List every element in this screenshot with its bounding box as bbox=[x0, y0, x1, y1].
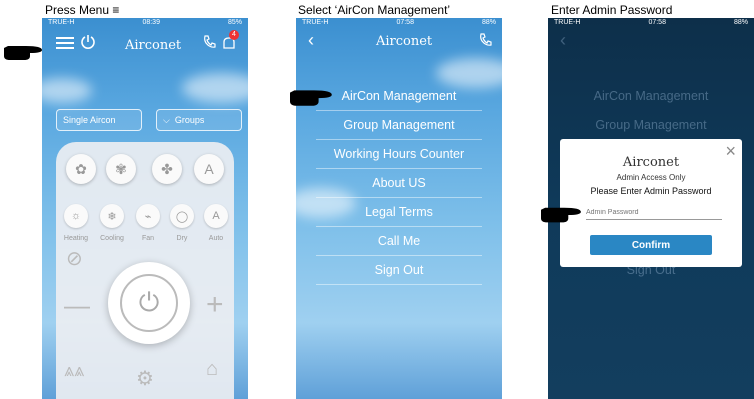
admin-password-field[interactable] bbox=[586, 205, 722, 220]
power-toggle-icon[interactable] bbox=[80, 34, 96, 50]
mode-heating-button[interactable]: ☼ bbox=[64, 204, 88, 228]
single-aircon-select[interactable]: Single Aircon bbox=[56, 109, 142, 131]
back-chevron-icon: ‹ bbox=[560, 30, 566, 50]
back-chevron-icon[interactable]: ‹ bbox=[308, 30, 314, 51]
dialog-subtitle: Admin Access Only bbox=[616, 173, 686, 182]
status-bar: TRUE-H 07:58 88% bbox=[548, 18, 754, 30]
dialog-prompt: Please Enter Admin Password bbox=[590, 186, 712, 196]
pointing-hand-icon bbox=[541, 207, 581, 223]
phone-call-icon[interactable] bbox=[478, 32, 494, 48]
single-aircon-label: Single Aircon bbox=[63, 115, 116, 125]
fan-low-icon: ✿ bbox=[75, 160, 87, 177]
groups-select[interactable]: ⌵ Groups bbox=[156, 109, 242, 131]
carrier-label: TRUE-H bbox=[302, 19, 329, 26]
menu-item-group-management[interactable]: Group Management bbox=[316, 111, 482, 140]
fan-icon: ⌁ bbox=[144, 210, 152, 223]
mode-label-fan: Fan bbox=[141, 235, 155, 242]
fan-high-button[interactable]: ✤ bbox=[152, 154, 182, 184]
phone-home-screen: TRUE-H 08:39 85% Airconet 4 Single Airco… bbox=[42, 18, 248, 399]
phone-menu-screen: TRUE-H 07:58 88% ‹ Airconet AirCon Manag… bbox=[296, 18, 502, 399]
status-bar: TRUE-H 08:39 85% bbox=[42, 18, 248, 30]
chevron-down-icon: ⌵ bbox=[163, 114, 170, 125]
carrier-label: TRUE-H bbox=[554, 19, 581, 26]
settings-gear-icon[interactable]: ⚙ bbox=[136, 366, 154, 391]
fan-medium-button[interactable]: ✾ bbox=[106, 154, 136, 184]
mode-dry-button[interactable]: ◯ bbox=[170, 204, 194, 228]
power-icon: ⏻ bbox=[138, 287, 160, 317]
clock-label: 08:39 bbox=[142, 19, 160, 26]
brand-logo: Airconet bbox=[125, 38, 182, 53]
control-panel: ✿ ✾ ✤ A ☼ ❄ ⌁ ◯ A Heating Cooling Fan Dr… bbox=[56, 142, 234, 399]
menu-item-working-hours-counter[interactable]: Working Hours Counter bbox=[316, 140, 482, 169]
auto-mode-label: A bbox=[212, 210, 220, 222]
mode-cooling-button[interactable]: ❄ bbox=[100, 204, 124, 228]
plus-button[interactable]: + bbox=[206, 288, 224, 322]
compass-icon[interactable]: ⊘ bbox=[66, 246, 83, 271]
clock-label: 07:58 bbox=[396, 19, 414, 26]
dim-menu-item-group-management: Group Management bbox=[595, 118, 707, 132]
confirm-button[interactable]: Confirm bbox=[590, 235, 712, 255]
minus-button[interactable]: — bbox=[64, 290, 90, 321]
menu-icon[interactable] bbox=[56, 36, 74, 50]
fan-high-icon: ✤ bbox=[161, 160, 173, 177]
menu-item-sign-out[interactable]: Sign Out bbox=[316, 256, 482, 285]
fan-auto-button[interactable]: A bbox=[194, 154, 224, 184]
home-icon[interactable]: ⌂ bbox=[206, 358, 218, 381]
mode-label-dry: Dry bbox=[176, 235, 188, 242]
fan-medium-icon: ✾ bbox=[115, 160, 127, 177]
dialog-logo: Airconet bbox=[622, 155, 680, 170]
main-power-button[interactable]: ⏻ bbox=[108, 262, 190, 344]
menu-item-call-me[interactable]: Call Me bbox=[316, 227, 482, 256]
step2-caption: Select ‘AirCon Management’ bbox=[298, 3, 451, 17]
droplet-icon: ◯ bbox=[175, 210, 189, 223]
phone-call-icon[interactable] bbox=[202, 34, 218, 50]
battery-label: 88% bbox=[733, 19, 748, 26]
menu-item-aircon-management[interactable]: AirCon Management bbox=[316, 82, 482, 111]
fan-auto-label: A bbox=[204, 161, 214, 177]
battery-label: 88% bbox=[481, 19, 496, 26]
menu-item-legal-terms[interactable]: Legal Terms bbox=[316, 198, 482, 227]
pointing-hand-icon bbox=[290, 90, 332, 106]
clock-label: 07:58 bbox=[648, 19, 666, 26]
brand-logo: Airconet bbox=[376, 34, 433, 49]
admin-password-dialog: × Airconet Admin Access Only Please Ente… bbox=[560, 139, 742, 267]
mode-auto-button[interactable]: A bbox=[204, 204, 228, 228]
tree-icon[interactable]: ⩓⩓ bbox=[64, 360, 84, 381]
menu-item-about-us[interactable]: About US bbox=[316, 169, 482, 198]
sun-icon: ☼ bbox=[70, 210, 82, 222]
step3-caption: Enter Admin Password bbox=[551, 3, 673, 17]
mode-label-cooling: Cooling bbox=[100, 235, 124, 242]
notification-badge: 4 bbox=[229, 30, 239, 40]
status-bar: TRUE-H 07:58 88% bbox=[296, 18, 502, 30]
snowflake-icon: ❄ bbox=[107, 210, 117, 223]
dim-menu-item-aircon-management: AirCon Management bbox=[593, 89, 709, 103]
battery-label: 85% bbox=[227, 19, 242, 26]
mode-fan-button[interactable]: ⌁ bbox=[136, 204, 160, 228]
step1-caption: Press Menu ≡ bbox=[45, 3, 120, 17]
mode-label-heating: Heating bbox=[63, 235, 89, 242]
carrier-label: TRUE-H bbox=[48, 19, 75, 26]
pointing-hand-icon bbox=[4, 46, 42, 60]
groups-label: Groups bbox=[174, 115, 205, 125]
fan-low-button[interactable]: ✿ bbox=[66, 154, 96, 184]
mode-label-auto: Auto bbox=[208, 235, 224, 242]
